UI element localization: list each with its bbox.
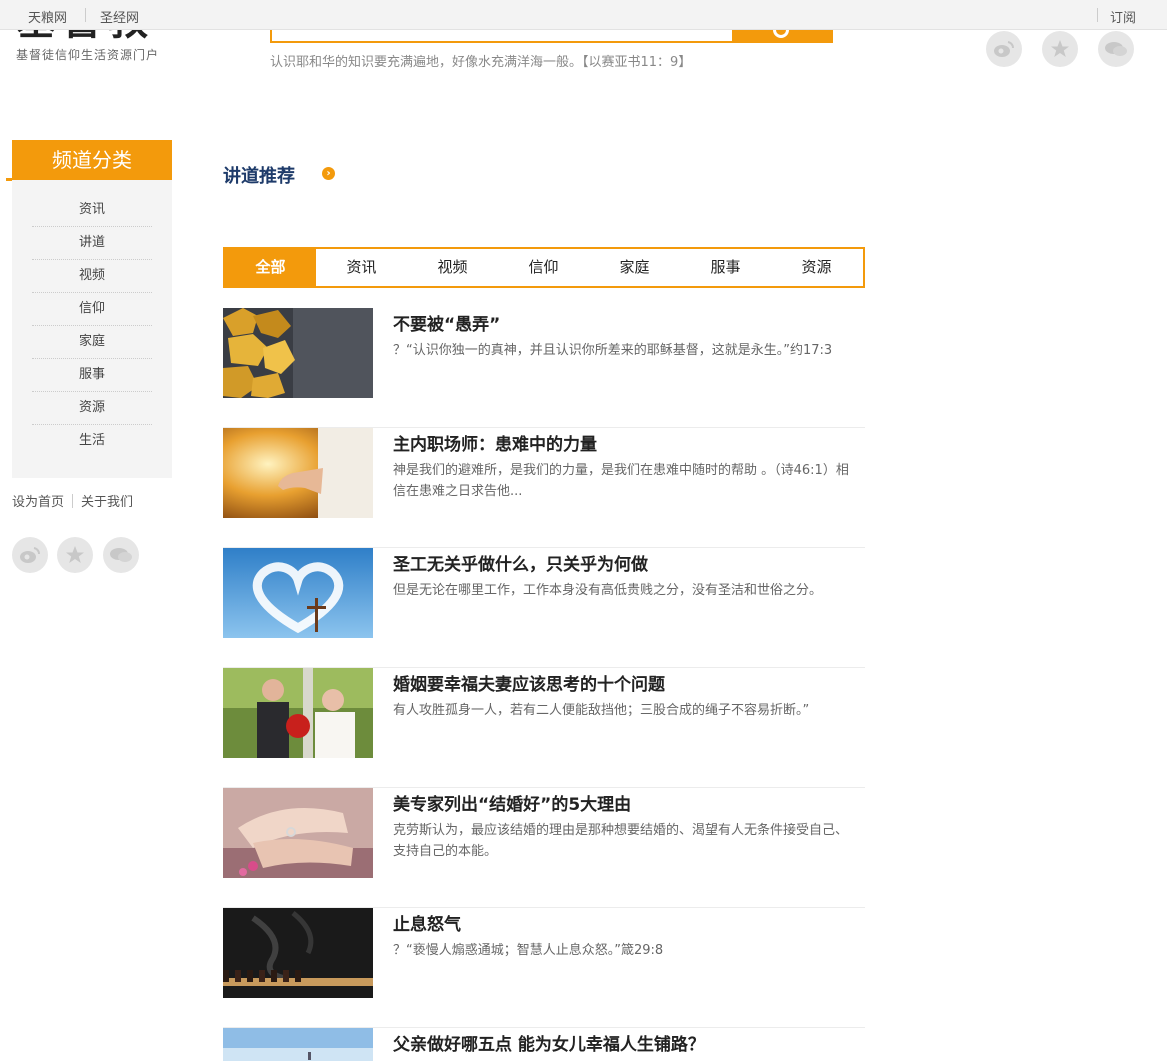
article-item[interactable]: 美专家列出“结婚好”的5大理由 克劳斯认为，最应该结婚的理由是那种想要结婚的、渴… [223,788,865,908]
header-verse: 认识耶和华的知识要充满遍地，好像水充满洋海一般。【以赛亚书11：9】 [270,55,692,70]
article-title[interactable]: 主内职场师：患难中的力量 [393,430,597,455]
tab-videos[interactable]: 视频 [407,249,498,286]
subscribe-link[interactable]: 订阅 [1110,7,1136,26]
article-item[interactable]: 父亲做好哪五点 能为女儿幸福人生铺路？ [223,1028,865,1061]
search-button[interactable] [733,22,833,43]
sidebar-item-news[interactable]: 资讯 [32,194,152,227]
link-separator [72,494,74,508]
qzone-icon[interactable] [57,537,93,573]
sidebar-item-sermons[interactable]: 讲道 [32,227,152,260]
sidebar-item-faith[interactable]: 信仰 [32,293,152,326]
tab-all[interactable]: 全部 [225,249,316,286]
article-thumbnail[interactable] [223,668,373,758]
chat-icon[interactable] [1098,31,1134,67]
article-title[interactable]: 美专家列出“结婚好”的5大理由 [393,790,631,815]
article-item[interactable]: 圣工无关乎做什么，只关乎为何做 但是无论在哪里工作，工作本身没有高低贵贱之分，没… [223,548,865,668]
article-thumbnail[interactable] [223,788,373,878]
sidebar-footer-links: 设为首页 关于我们 [12,491,133,510]
sidebar-heading: 频道分类 [12,140,172,180]
sidebar-category-list: 资讯 讲道 视频 信仰 家庭 服事 资源 生活 [32,194,152,458]
article-item[interactable]: 主内职场师：患难中的力量 神是我们的避难所，是我们的力量，是我们在患难中随时的帮… [223,428,865,548]
article-summary: ？“亵慢人煽惑通城；智慧人止息众怒。”箴29:8 [393,943,664,958]
category-tabs: 全部 资讯 视频 信仰 家庭 服事 资源 [223,247,865,288]
article-item[interactable]: 婚姻要幸福夫妻应该思考的十个问题 有人攻胜孤身一人，若有二人便能敌挡他；三股合成… [223,668,865,788]
article-thumbnail[interactable] [223,908,373,998]
set-homepage-link[interactable]: 设为首页 [12,495,64,510]
topbar-separator [85,8,86,22]
tab-ministry[interactable]: 服事 [680,249,771,286]
article-item[interactable]: 止息怒气 ？“亵慢人煽惑通城；智慧人止息众怒。”箴29:8 [223,908,865,1028]
article-title[interactable]: 不要被“愚弄” [393,310,500,335]
about-us-link[interactable]: 关于我们 [81,495,133,510]
article-thumbnail[interactable] [223,548,373,638]
article-title[interactable]: 止息怒气 [393,910,461,935]
sidebar-item-ministry[interactable]: 服事 [32,359,152,392]
sidebar-item-family[interactable]: 家庭 [32,326,152,359]
article-thumbnail[interactable] [223,308,373,398]
tab-family[interactable]: 家庭 [589,249,680,286]
topbar-link-tianliang[interactable]: 天粮网 [28,7,67,26]
article-title[interactable]: 婚姻要幸福夫妻应该思考的十个问题 [393,670,665,695]
section-title: 讲道推荐 [223,166,295,187]
search-input[interactable] [270,30,734,43]
topbar-link-shengjing[interactable]: 圣经网 [100,7,139,26]
top-bar: 天粮网 圣经网 订阅 [0,0,1167,30]
tab-resources[interactable]: 资源 [771,249,862,286]
article-summary: 克劳斯认为，最应该结婚的理由是那种想要结婚的、渴望有人无条件接受自己、支持自己的… [393,823,849,859]
tab-faith[interactable]: 信仰 [498,249,589,286]
chat-icon[interactable] [103,537,139,573]
article-title[interactable]: 圣工无关乎做什么，只关乎为何做 [393,550,648,575]
article-summary: ？“认识你独一的真神，并且认识你所差来的耶稣基督，这就是永生。”约17:3 [393,343,833,358]
weibo-icon[interactable] [986,31,1022,67]
qzone-icon[interactable] [1042,31,1078,67]
sidebar-item-resources[interactable]: 资源 [32,392,152,425]
topbar-separator [1097,8,1098,22]
article-summary: 但是无论在哪里工作，工作本身没有高低贵贱之分，没有圣洁和世俗之分。 [393,583,823,598]
tab-news[interactable]: 资讯 [316,249,407,286]
article-summary: 神是我们的避难所，是我们的力量，是我们在患难中随时的帮助 。（诗46:1）相信在… [393,463,849,499]
sidebar-item-videos[interactable]: 视频 [32,260,152,293]
article-item[interactable]: 不要被“愚弄” ？“认识你独一的真神，并且认识你所差来的耶稣基督，这就是永生。”… [223,308,865,428]
weibo-icon[interactable] [12,537,48,573]
logo-tagline: 基督徒信仰生活资源门户 [16,48,160,62]
more-arrow-icon[interactable]: › [322,167,335,180]
article-thumbnail[interactable] [223,1028,373,1061]
article-title[interactable]: 父亲做好哪五点 能为女儿幸福人生铺路？ [393,1030,705,1055]
sidebar-panel: 资讯 讲道 视频 信仰 家庭 服事 资源 生活 [12,180,172,478]
sidebar-item-life[interactable]: 生活 [32,425,152,458]
article-summary: 有人攻胜孤身一人，若有二人便能敌挡他；三股合成的绳子不容易折断。” [393,703,810,718]
article-thumbnail[interactable] [223,428,373,518]
